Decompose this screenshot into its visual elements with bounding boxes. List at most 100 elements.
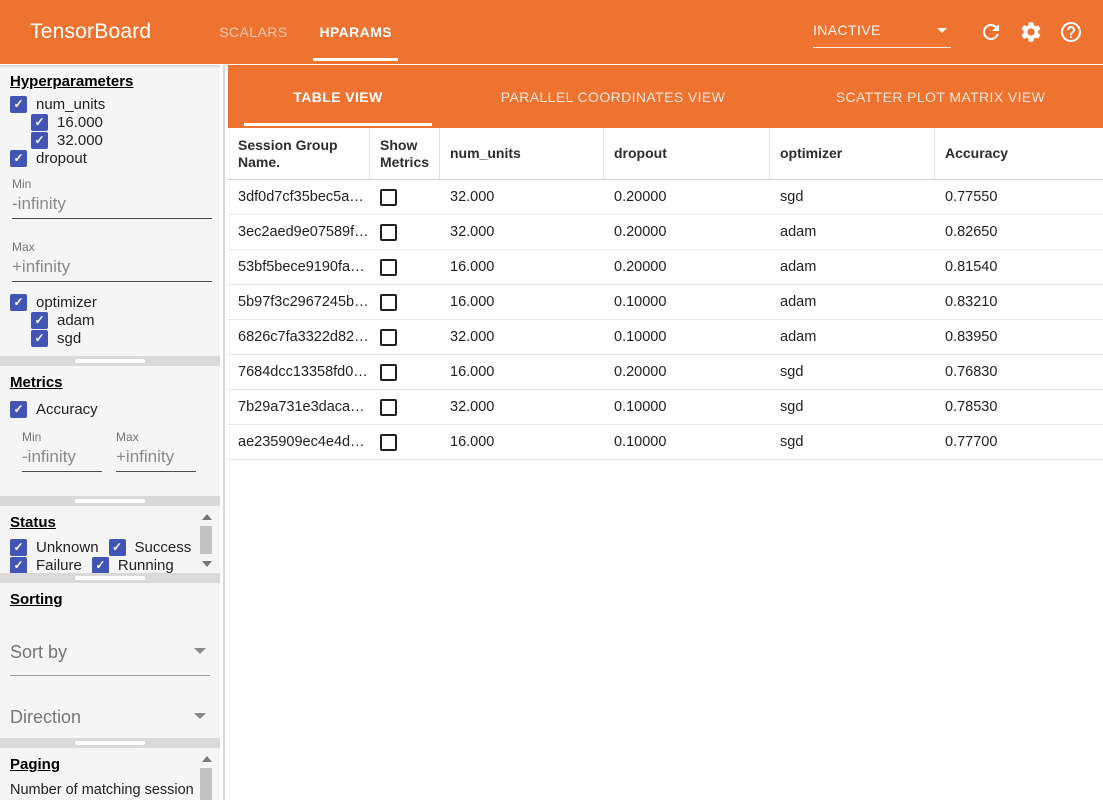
- checkbox-checked-icon[interactable]: [10, 96, 27, 113]
- dropout-cell: 0.10000: [604, 294, 770, 310]
- checkbox-checked-icon[interactable]: [10, 539, 27, 556]
- scrollbar-thumb[interactable]: [200, 768, 212, 800]
- show-metrics-checkbox[interactable]: [380, 294, 397, 311]
- show-metrics-checkbox[interactable]: [380, 224, 397, 241]
- column-header-session-group-name: Session Group Name.: [228, 128, 370, 179]
- run-status-value: INACTIVE: [813, 22, 881, 38]
- top-tab-bar: SCALARS HPARAMS: [203, 0, 408, 64]
- scroll-down-icon[interactable]: [202, 561, 212, 567]
- resize-handle[interactable]: [75, 359, 145, 363]
- accuracy-min-input[interactable]: [22, 444, 102, 472]
- accuracy-cell: 0.77700: [935, 434, 1103, 450]
- refresh-button[interactable]: [979, 20, 1003, 44]
- show-metrics-checkbox[interactable]: [380, 329, 397, 346]
- sort-by-dropdown[interactable]: Sort by: [10, 640, 210, 676]
- tab-scatter-plot-matrix-view[interactable]: SCATTER PLOT MATRIX VIEW: [778, 65, 1103, 128]
- dropout-max-input[interactable]: [12, 254, 212, 282]
- gear-icon: [1019, 20, 1043, 44]
- dropout-min-input[interactable]: [12, 191, 212, 219]
- checkbox-checked-icon[interactable]: [31, 132, 48, 149]
- tab-scalars[interactable]: SCALARS: [203, 0, 303, 64]
- show-metrics-checkbox[interactable]: [380, 434, 397, 451]
- resize-handle[interactable]: [75, 499, 145, 503]
- checkbox-row-num-units-16[interactable]: 16.000: [31, 113, 220, 131]
- accuracy-max-input[interactable]: [116, 444, 196, 472]
- session-group-name: 53bf5bece9190fa…: [228, 259, 370, 275]
- table-row: 5b97f3c2967245b… 16.000 0.10000 adam 0.8…: [228, 285, 1103, 320]
- column-header-num-units: num_units: [440, 128, 604, 179]
- dropout-cell: 0.10000: [604, 399, 770, 415]
- column-header-show-metrics: Show Metrics: [370, 128, 440, 179]
- table-header-row: Session Group Name. Show Metrics num_uni…: [228, 128, 1103, 180]
- checkbox-row-optimizer[interactable]: optimizer: [10, 293, 220, 311]
- sidebar-scroll-rail[interactable]: [223, 65, 225, 800]
- hparam-label: dropout: [36, 150, 87, 167]
- session-group-name: 5b97f3c2967245b…: [228, 294, 370, 310]
- show-metrics-checkbox[interactable]: [380, 364, 397, 381]
- checkbox-checked-icon[interactable]: [10, 401, 27, 418]
- checkbox-row-status-success[interactable]: Success: [109, 538, 192, 556]
- checkbox-checked-icon[interactable]: [31, 312, 48, 329]
- hparam-value-label: 16.000: [57, 114, 103, 131]
- settings-button[interactable]: [1019, 20, 1043, 44]
- checkbox-row-sgd[interactable]: sgd: [31, 329, 220, 347]
- checkbox-checked-icon[interactable]: [10, 150, 27, 167]
- section-divider: [0, 738, 220, 748]
- help-icon: [1059, 20, 1083, 44]
- table-row: 6826c7fa3322d82… 32.000 0.10000 adam 0.8…: [228, 320, 1103, 355]
- checkbox-row-status-failure[interactable]: Failure: [10, 556, 82, 573]
- checkbox-row-adam[interactable]: adam: [31, 311, 220, 329]
- checkbox-checked-icon[interactable]: [109, 539, 126, 556]
- checkbox-checked-icon[interactable]: [31, 114, 48, 131]
- checkbox-row-status-running[interactable]: Running: [92, 556, 174, 573]
- scroll-up-icon[interactable]: [202, 756, 212, 762]
- checkbox-checked-icon[interactable]: [92, 557, 109, 574]
- scroll-up-icon[interactable]: [202, 514, 212, 520]
- checkbox-row-num-units[interactable]: num_units: [10, 95, 220, 113]
- tab-table-view[interactable]: TABLE VIEW: [228, 65, 448, 128]
- checkbox-row-accuracy[interactable]: Accuracy: [10, 400, 220, 418]
- num-units-cell: 32.000: [440, 189, 604, 205]
- status-label: Success: [135, 539, 192, 556]
- checkbox-row-num-units-32[interactable]: 32.000: [31, 131, 220, 149]
- toolbar-actions: INACTIVE: [813, 16, 1091, 48]
- sorting-heading: Sorting: [10, 591, 220, 608]
- accuracy-cell: 0.76830: [935, 364, 1103, 380]
- resize-handle[interactable]: [75, 576, 145, 580]
- column-header-optimizer: optimizer: [770, 128, 935, 179]
- num-units-cell: 32.000: [440, 329, 604, 345]
- tab-parallel-coordinates-view[interactable]: PARALLEL COORDINATES VIEW: [448, 65, 778, 128]
- status-section: Status Unknown Success Failure: [0, 506, 220, 573]
- matching-groups-text: Number of matching session groups: 8: [10, 781, 200, 800]
- hparam-value-label: sgd: [57, 330, 81, 347]
- checkbox-checked-icon[interactable]: [31, 330, 48, 347]
- run-status-dropdown[interactable]: INACTIVE: [813, 22, 951, 48]
- show-metrics-checkbox[interactable]: [380, 189, 397, 206]
- status-scrollbar: [199, 512, 214, 569]
- optimizer-cell: sgd: [770, 364, 935, 380]
- dropout-cell: 0.20000: [604, 224, 770, 240]
- direction-dropdown[interactable]: Direction: [10, 705, 210, 738]
- chevron-down-icon: [194, 713, 206, 719]
- table-row: 7684dcc13358fd0… 16.000 0.20000 sgd 0.76…: [228, 355, 1103, 390]
- hparam-label: num_units: [36, 96, 105, 113]
- hparam-value-label: adam: [57, 312, 95, 329]
- column-header-dropout: dropout: [604, 128, 770, 179]
- checkbox-row-status-unknown[interactable]: Unknown: [10, 538, 99, 556]
- tab-hparams[interactable]: HPARAMS: [303, 0, 408, 64]
- scrollbar-thumb[interactable]: [200, 526, 212, 554]
- checkbox-checked-icon[interactable]: [10, 557, 27, 574]
- chevron-down-icon: [937, 28, 947, 33]
- checkbox-checked-icon[interactable]: [10, 294, 27, 311]
- resize-handle[interactable]: [75, 741, 145, 745]
- help-button[interactable]: [1059, 20, 1083, 44]
- show-metrics-checkbox[interactable]: [380, 399, 397, 416]
- metric-label: Accuracy: [36, 401, 98, 418]
- checkbox-row-dropout[interactable]: dropout: [10, 149, 220, 167]
- optimizer-cell: adam: [770, 294, 935, 310]
- hparam-label: optimizer: [36, 294, 97, 311]
- show-metrics-checkbox[interactable]: [380, 259, 397, 276]
- accuracy-cell: 0.78530: [935, 399, 1103, 415]
- hparams-sidebar: Hyperparameters num_units 16.000 32.000 …: [0, 65, 220, 800]
- status-label: Failure: [36, 557, 82, 574]
